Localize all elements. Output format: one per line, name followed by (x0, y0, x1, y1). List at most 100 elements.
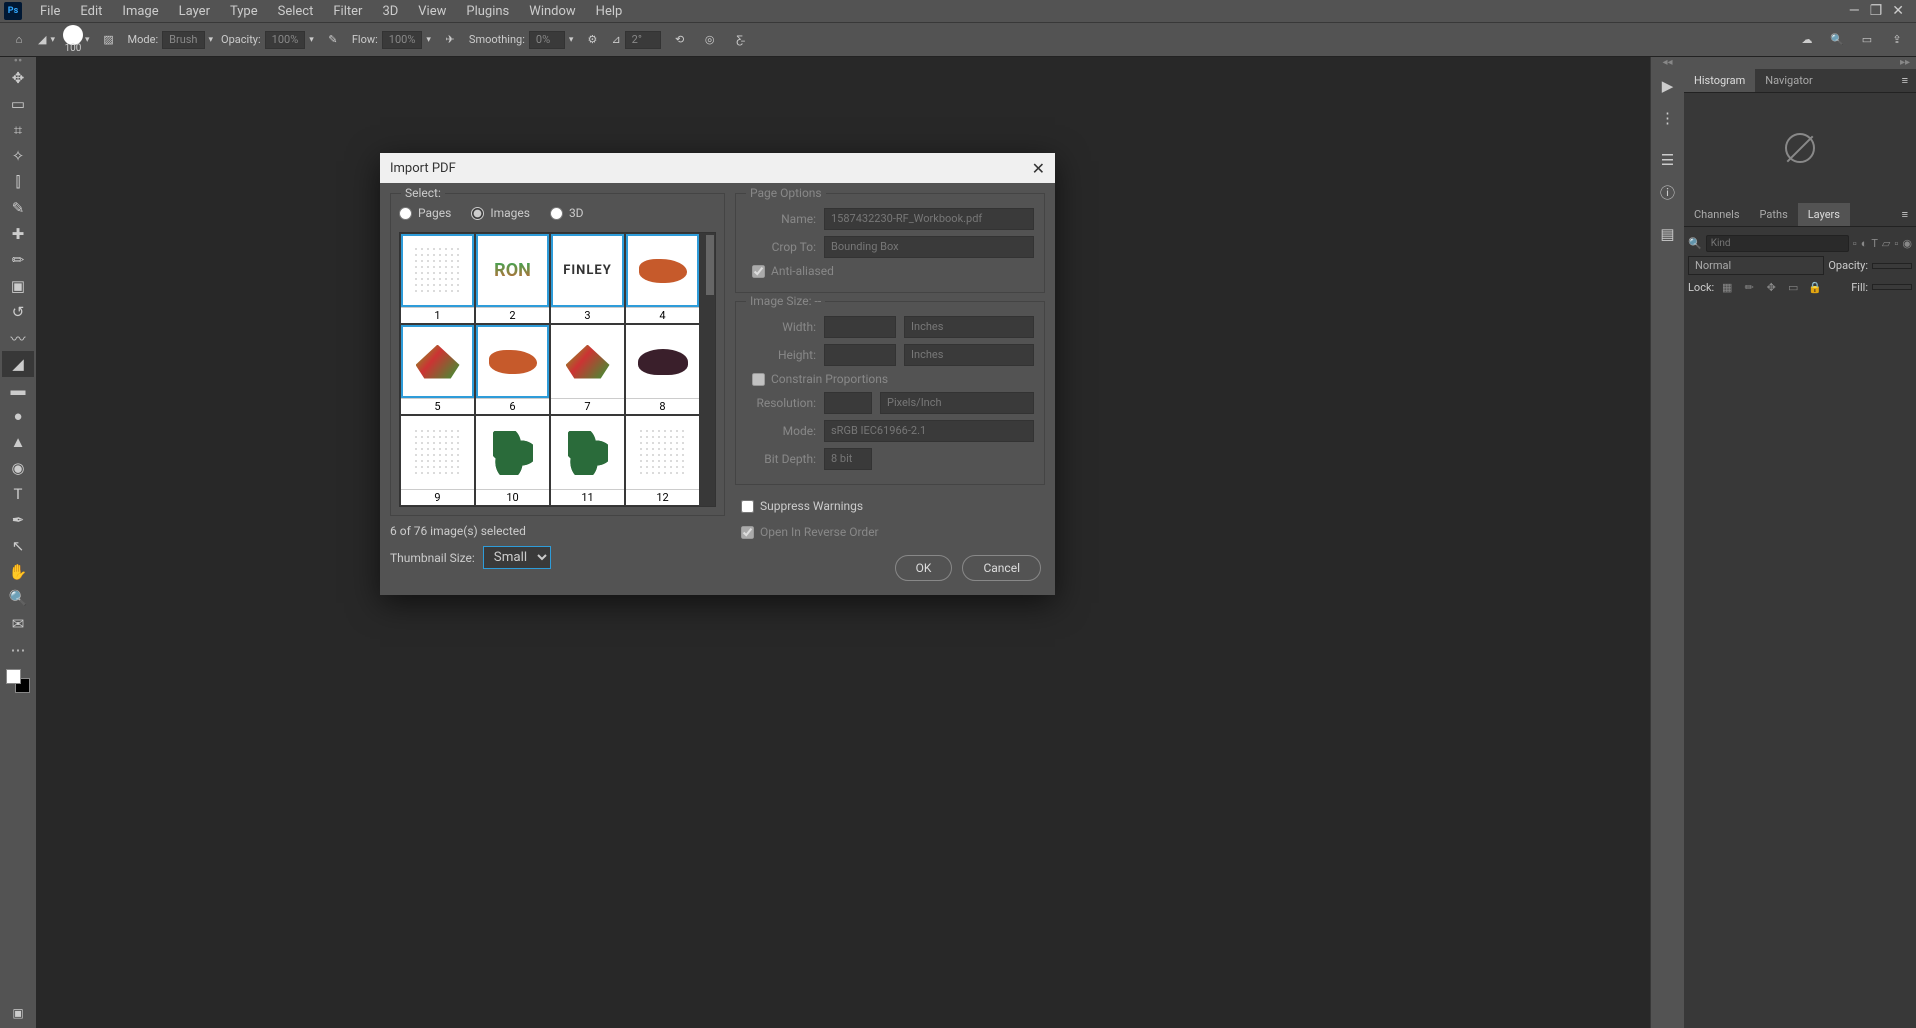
thumbnail-11[interactable]: 11 (551, 416, 624, 505)
filter-smart-icon[interactable]: ▫ (1894, 236, 1898, 252)
thumbnail-6[interactable]: 6 (476, 325, 549, 414)
home-icon[interactable]: ⌂ (8, 29, 30, 51)
history-brush-tool[interactable]: ↺ (2, 299, 34, 325)
fg-color[interactable] (6, 669, 21, 684)
path-select-tool[interactable]: ↖ (2, 533, 34, 559)
menu-help[interactable]: Help (586, 4, 633, 19)
layers-filter-input[interactable] (1706, 235, 1849, 252)
filter-image-icon[interactable]: ▫ (1853, 236, 1857, 252)
lock-all-icon[interactable]: 🔒 (1806, 279, 1824, 295)
info-icon[interactable]: ⓘ (1653, 177, 1683, 207)
smoothing-gear-icon[interactable]: ⚙ (581, 29, 603, 51)
tab-navigator[interactable]: Navigator (1755, 69, 1822, 92)
angle-input[interactable]: 2° (625, 31, 661, 49)
expand-arrow-icon[interactable]: ◂◂ (1651, 57, 1684, 69)
dialog-titlebar[interactable]: Import PDF ✕ (380, 153, 1055, 183)
share-icon[interactable]: ⇪ (1886, 29, 1908, 51)
thumbnail-7[interactable]: 7 (551, 325, 624, 414)
thumbnail-2[interactable]: RON2 (476, 234, 549, 323)
panel-menu-icon[interactable]: ≡ (1894, 69, 1916, 92)
radio-pages[interactable]: Pages (399, 206, 451, 220)
lock-move-icon[interactable]: ✥ (1762, 279, 1780, 295)
pressure-opacity-icon[interactable]: ✎ (322, 29, 344, 51)
sponge-tool[interactable]: ◉ (2, 455, 34, 481)
ruler-icon[interactable]: ⋮ (1653, 103, 1683, 133)
radio-images[interactable]: Images (471, 206, 530, 220)
quick-mask-icon[interactable]: ▣ (2, 1000, 34, 1026)
thumb-size-select[interactable]: Small (483, 546, 551, 569)
close-icon[interactable]: ✕ (1032, 159, 1045, 178)
thumbnail-1[interactable]: 1 (401, 234, 474, 323)
move-tool[interactable]: ✥ (2, 65, 34, 91)
menu-filter[interactable]: Filter (323, 4, 372, 19)
eyedropper-tool[interactable]: ✎ (2, 195, 34, 221)
menu-view[interactable]: View (408, 4, 456, 19)
layer-opacity-input[interactable] (1872, 263, 1912, 269)
layer-fill-input[interactable] (1872, 284, 1912, 290)
eraser-tool[interactable]: ◢ (2, 351, 34, 377)
lock-nest-icon[interactable]: ▭ (1784, 279, 1802, 295)
gradient-tool[interactable]: ▬ (2, 377, 34, 403)
smoothing-input[interactable]: 0% (529, 31, 565, 49)
menu-layer[interactable]: Layer (169, 4, 220, 19)
filter-toggle-icon[interactable]: ◉ (1902, 236, 1912, 252)
healing-tool[interactable]: ✚ (2, 221, 34, 247)
search-icon[interactable]: 🔍 (1826, 29, 1848, 51)
filter-shape-icon[interactable]: ▱ (1882, 236, 1890, 252)
menu-select[interactable]: Select (268, 4, 324, 19)
menu-image[interactable]: Image (112, 4, 168, 19)
thumbnail-5[interactable]: 5 (401, 325, 474, 414)
menu-file[interactable]: File (30, 4, 70, 19)
pressure-size-icon[interactable]: ⟲ (669, 29, 691, 51)
maximize-button[interactable]: ❐ (1870, 3, 1883, 19)
wand-tool[interactable]: ✧ (2, 143, 34, 169)
tab-histogram[interactable]: Histogram (1684, 69, 1755, 92)
ok-button[interactable]: OK (895, 555, 953, 581)
tool-preset[interactable]: ◢▾ (38, 33, 55, 46)
workspace-icon[interactable]: ▭ (1856, 29, 1878, 51)
lock-paint-icon[interactable]: ✏ (1740, 279, 1758, 295)
flow-input[interactable]: 100% (382, 31, 423, 49)
adjustments-icon[interactable]: ☰ (1653, 145, 1683, 175)
type-tool[interactable]: T (2, 481, 34, 507)
suppress-checkbox[interactable] (741, 500, 754, 513)
brush-preset[interactable]: 100 ▾ (63, 25, 90, 54)
cancel-button[interactable]: Cancel (962, 555, 1041, 581)
scrollbar[interactable] (705, 233, 715, 506)
tab-channels[interactable]: Channels (1684, 203, 1750, 226)
cloud-docs-icon[interactable]: ☁ (1796, 29, 1818, 51)
minimize-button[interactable]: — (1849, 3, 1860, 19)
blur-tool[interactable]: ● (2, 403, 34, 429)
close-window-button[interactable]: ✕ (1892, 3, 1904, 19)
menu-3d[interactable]: 3D (372, 4, 408, 19)
color-swatches[interactable] (6, 669, 30, 693)
lock-trans-icon[interactable]: ▦ (1718, 279, 1736, 295)
marquee-tool[interactable]: ▭ (2, 91, 34, 117)
filter-type-icon[interactable]: T (1871, 236, 1878, 252)
menu-plugins[interactable]: Plugins (456, 4, 519, 19)
properties-icon[interactable]: ▤ (1653, 219, 1683, 249)
thumbnail-8[interactable]: 8 (626, 325, 699, 414)
thumbnail-10[interactable]: 10 (476, 416, 549, 505)
paint-brush-tool[interactable]: 〰 (2, 325, 34, 351)
dodge-tool[interactable]: ▲ (2, 429, 34, 455)
target-icon[interactable]: ◎ (699, 29, 721, 51)
blend-mode-select[interactable]: Normal (1688, 256, 1824, 275)
thumbnail-3[interactable]: FINLEY3 (551, 234, 624, 323)
radio-3d[interactable]: 3D (550, 206, 584, 220)
tab-layers[interactable]: Layers (1798, 203, 1850, 226)
lasso-tool[interactable]: ⌗ (2, 117, 34, 143)
play-icon[interactable]: ▶ (1653, 71, 1683, 101)
more-tools[interactable]: ⋯ (2, 637, 34, 663)
crop-tool[interactable]: ⫿ (2, 169, 34, 195)
thumbnail-4[interactable]: 4 (626, 234, 699, 323)
brush-tool[interactable]: ✏ (2, 247, 34, 273)
zoom-tool[interactable]: 🔍 (2, 585, 34, 611)
envelope-tool[interactable]: ✉ (2, 611, 34, 637)
collapse-arrow-icon[interactable]: ▸▸ (1684, 57, 1916, 69)
pen-tool[interactable]: ✒ (2, 507, 34, 533)
menu-edit[interactable]: Edit (70, 4, 112, 19)
thumbnail-9[interactable]: 9 (401, 416, 474, 505)
stamp-tool[interactable]: ▣ (2, 273, 34, 299)
menu-type[interactable]: Type (220, 4, 268, 19)
